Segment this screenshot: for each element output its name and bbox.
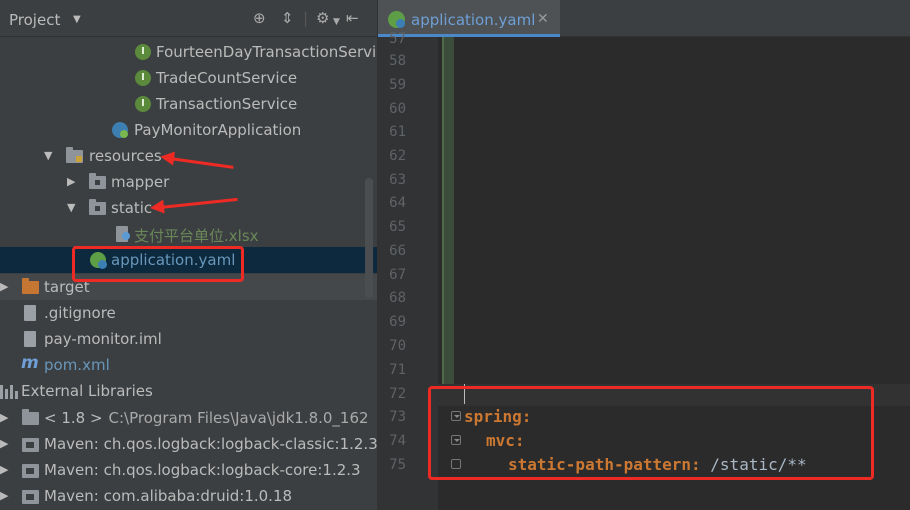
jdk-version: < 1.8 > bbox=[44, 409, 103, 427]
tree-item-label: Maven: com.alibaba:druid:1.0.18 bbox=[44, 487, 293, 505]
line-number: 70 bbox=[389, 338, 406, 354]
line-number: 74 bbox=[389, 433, 406, 449]
line-number: 67 bbox=[389, 267, 406, 283]
line-number: 75 bbox=[389, 457, 406, 473]
library-icon bbox=[0, 383, 18, 399]
line-number: 66 bbox=[389, 243, 406, 259]
line-number: 60 bbox=[389, 101, 406, 117]
tree-item-label: External Libraries bbox=[21, 382, 153, 400]
project-panel-header: Project ▼ ⊕ ⇕ | ⚙ ▼ ⇤ bbox=[0, 0, 377, 37]
tree-item-label: pom.xml bbox=[44, 356, 110, 374]
tab-label: application.yaml bbox=[411, 11, 536, 29]
tree-item-pay-monitor-application[interactable]: PayMonitorApplication bbox=[0, 117, 377, 143]
line-number: 73 bbox=[389, 409, 406, 425]
tree-item-logback-classic[interactable]: ▶ Maven: ch.qos.logback:logback-classic:… bbox=[0, 431, 377, 457]
line-number: 59 bbox=[389, 77, 406, 93]
line-number: 64 bbox=[389, 195, 406, 211]
line-number: 69 bbox=[389, 314, 406, 330]
tree-item-iml-file[interactable]: pay-monitor.iml bbox=[0, 326, 377, 352]
project-panel-title[interactable]: Project bbox=[9, 11, 60, 29]
resources-folder-icon bbox=[66, 147, 83, 163]
tree-item-druid[interactable]: ▶ Maven: com.alibaba:druid:1.0.18 bbox=[0, 483, 377, 509]
collapse-arrow-icon[interactable]: ▶ bbox=[67, 175, 75, 188]
excluded-folder-icon bbox=[22, 278, 39, 294]
tree-item-resources[interactable]: ▼ resources bbox=[0, 143, 377, 169]
tree-item-static[interactable]: ▼ static bbox=[0, 195, 377, 221]
collapse-arrow-icon[interactable]: ▶ bbox=[0, 437, 8, 450]
caret-down-icon[interactable]: ▼ bbox=[73, 14, 81, 25]
tree-item-label: < 1.8 > C:\Program Files\Java\jdk1.8.0_16… bbox=[44, 409, 369, 427]
expand-arrow-icon[interactable]: ▼ bbox=[44, 149, 52, 162]
tree-item-external-libraries[interactable]: External Libraries bbox=[0, 378, 377, 404]
collapse-arrow-icon[interactable]: ▶ bbox=[0, 280, 8, 293]
folder-icon bbox=[89, 173, 106, 189]
line-number: 61 bbox=[389, 124, 406, 140]
gear-icon[interactable]: ⚙ bbox=[316, 10, 329, 27]
tree-item-label: TransactionService bbox=[156, 95, 298, 113]
tree-item-label: Maven: ch.qos.logback:logback-core:1.2.3 bbox=[44, 461, 361, 479]
gear-caret-icon[interactable]: ▼ bbox=[333, 14, 340, 31]
change-marker-area bbox=[444, 37, 454, 387]
line-number: 71 bbox=[389, 362, 406, 378]
tree-item-label: 支付平台单位.xlsx bbox=[134, 227, 259, 245]
annotation-box-yaml-file bbox=[72, 246, 244, 282]
xlsx-file-icon bbox=[116, 226, 130, 242]
jdk-path: C:\Program Files\Java\jdk1.8.0_162 bbox=[108, 409, 369, 427]
line-number: 57 bbox=[389, 31, 406, 47]
jar-icon bbox=[22, 490, 39, 504]
tree-item-label: pay-monitor.iml bbox=[44, 330, 162, 348]
tree-item-label: FourteenDayTransactionServic bbox=[156, 43, 377, 61]
tree-item-label: TradeCountService bbox=[156, 69, 298, 87]
expand-arrow-icon[interactable]: ▼ bbox=[67, 201, 75, 214]
line-number: 63 bbox=[389, 172, 406, 188]
interface-icon: I bbox=[135, 44, 151, 60]
line-number: 58 bbox=[389, 53, 406, 69]
tree-item-pom-xml[interactable]: m pom.xml bbox=[0, 352, 377, 378]
collapse-arrow-icon[interactable]: ▶ bbox=[0, 463, 8, 476]
interface-icon: I bbox=[135, 70, 151, 86]
tree-item-xlsx-file[interactable]: 支付平台单位.xlsx bbox=[0, 221, 377, 247]
tree-item-trade-count-service[interactable]: I TradeCountService bbox=[0, 65, 377, 91]
tree-item-label: Maven: ch.qos.logback:logback-classic:1.… bbox=[44, 435, 377, 453]
collapse-arrow-icon[interactable]: ▶ bbox=[0, 411, 8, 424]
close-icon[interactable]: ✕ bbox=[537, 11, 549, 27]
tree-item-label: .gitignore bbox=[44, 304, 116, 322]
line-number: 62 bbox=[389, 148, 406, 164]
text-file-icon bbox=[24, 305, 36, 321]
line-number: 68 bbox=[389, 290, 406, 306]
collapse-all-icon[interactable]: ⇕ bbox=[281, 10, 294, 27]
tree-item-jdk[interactable]: ▶ < 1.8 > C:\Program Files\Java\jdk1.8.0_… bbox=[0, 405, 377, 431]
folder-icon bbox=[89, 199, 106, 215]
tree-item-transaction-service[interactable]: I TransactionService bbox=[0, 91, 377, 117]
editor-tab-bar: application.yaml ✕ bbox=[378, 0, 910, 37]
spring-boot-app-icon bbox=[112, 122, 128, 138]
tree-item-label: resources bbox=[89, 147, 162, 165]
interface-icon: I bbox=[135, 96, 151, 112]
jdk-icon bbox=[22, 409, 39, 425]
annotation-box-yaml-code bbox=[428, 386, 874, 480]
tree-item-mapper[interactable]: ▶ mapper bbox=[0, 169, 377, 195]
locate-icon[interactable]: ⊕ bbox=[253, 10, 266, 27]
project-scrollbar[interactable] bbox=[365, 178, 373, 298]
separator: | bbox=[303, 9, 309, 27]
jar-icon bbox=[22, 464, 39, 478]
line-number: 65 bbox=[389, 219, 406, 235]
tree-item-logback-core[interactable]: ▶ Maven: ch.qos.logback:logback-core:1.2… bbox=[0, 457, 377, 483]
tree-item-fourteen-day-transaction-service[interactable]: I FourteenDayTransactionServic bbox=[0, 39, 377, 65]
line-number: 72 bbox=[389, 386, 406, 402]
yaml-file-icon bbox=[388, 11, 405, 28]
hide-panel-icon[interactable]: ⇤ bbox=[346, 10, 359, 27]
tree-item-gitignore[interactable]: .gitignore bbox=[0, 300, 377, 326]
tree-item-label: mapper bbox=[111, 173, 170, 191]
tree-item-label: static bbox=[111, 199, 153, 217]
collapse-arrow-icon[interactable]: ▶ bbox=[0, 489, 8, 502]
jar-icon bbox=[22, 438, 39, 452]
maven-icon: m bbox=[21, 353, 39, 373]
iml-file-icon bbox=[24, 331, 36, 347]
tree-item-label: PayMonitorApplication bbox=[134, 121, 302, 139]
